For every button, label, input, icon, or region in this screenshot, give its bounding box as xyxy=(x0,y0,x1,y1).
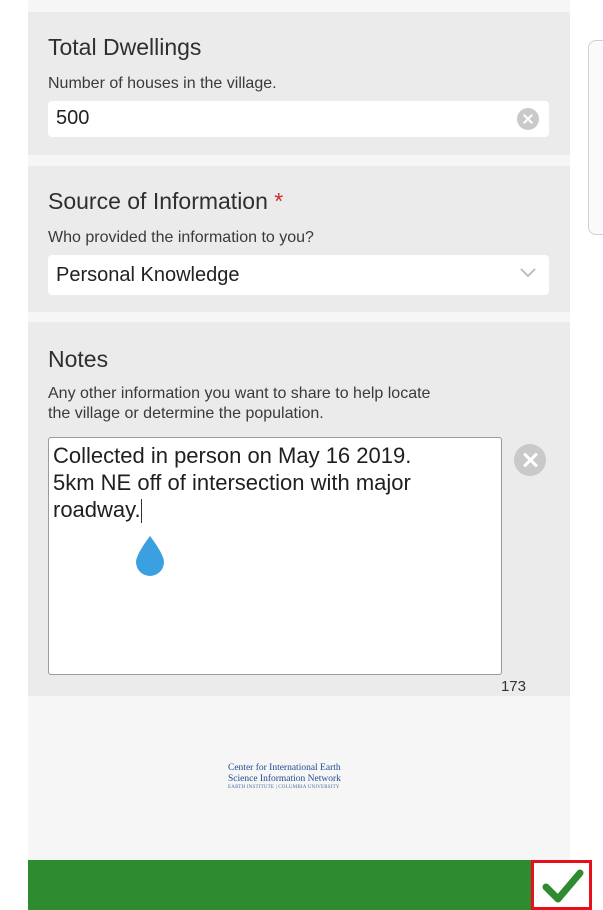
logo-line3: EARTH INSTITUTE | COLUMBIA UNIVERSITY xyxy=(228,785,340,790)
save-button[interactable] xyxy=(531,860,592,910)
dwellings-card: Total Dwellings Number of houses in the … xyxy=(28,12,570,155)
clear-icon[interactable] xyxy=(514,444,546,476)
clear-icon[interactable] xyxy=(517,108,539,130)
ciesin-logo: Center for International Earth Science I… xyxy=(228,763,378,790)
text-caret xyxy=(140,499,142,524)
dwellings-value: 500 xyxy=(56,107,90,129)
source-label: Source of Information * xyxy=(48,188,283,215)
notes-card: Notes Any other information you want to … xyxy=(28,322,570,696)
side-panel-edge xyxy=(588,40,603,235)
check-icon xyxy=(542,869,584,903)
notes-hint-line1: Any other information you want to share … xyxy=(48,385,431,402)
notes-label: Notes xyxy=(48,346,109,372)
source-card: Source of Information * Who provided the… xyxy=(28,166,570,312)
source-select[interactable]: Personal Knowledge xyxy=(48,255,549,295)
required-marker: * xyxy=(274,188,284,214)
logo-line1: Center for International Earth xyxy=(228,763,341,773)
chevron-down-icon xyxy=(520,268,536,278)
text-cursor-handle-icon[interactable] xyxy=(134,534,166,576)
source-value: Personal Knowledge xyxy=(56,264,240,286)
logo-line2: Science Information Network xyxy=(228,774,341,784)
source-label-text: Source of Information xyxy=(48,188,268,214)
notes-hint-line2: the village or determine the population. xyxy=(48,405,324,422)
notes-value: Collected in person on May 16 2019. 5km … xyxy=(53,443,412,522)
action-bar xyxy=(28,860,592,910)
char-counter: 173 xyxy=(500,678,526,695)
dwellings-input[interactable]: 500 xyxy=(48,101,549,137)
dwellings-label: Total Dwellings xyxy=(48,34,202,60)
form-page: Total Dwellings Number of houses in the … xyxy=(28,0,570,910)
notes-textarea[interactable]: Collected in person on May 16 2019. 5km … xyxy=(48,437,502,675)
dwellings-hint: Number of houses in the village. xyxy=(48,75,277,92)
source-hint: Who provided the information to you? xyxy=(48,229,314,246)
